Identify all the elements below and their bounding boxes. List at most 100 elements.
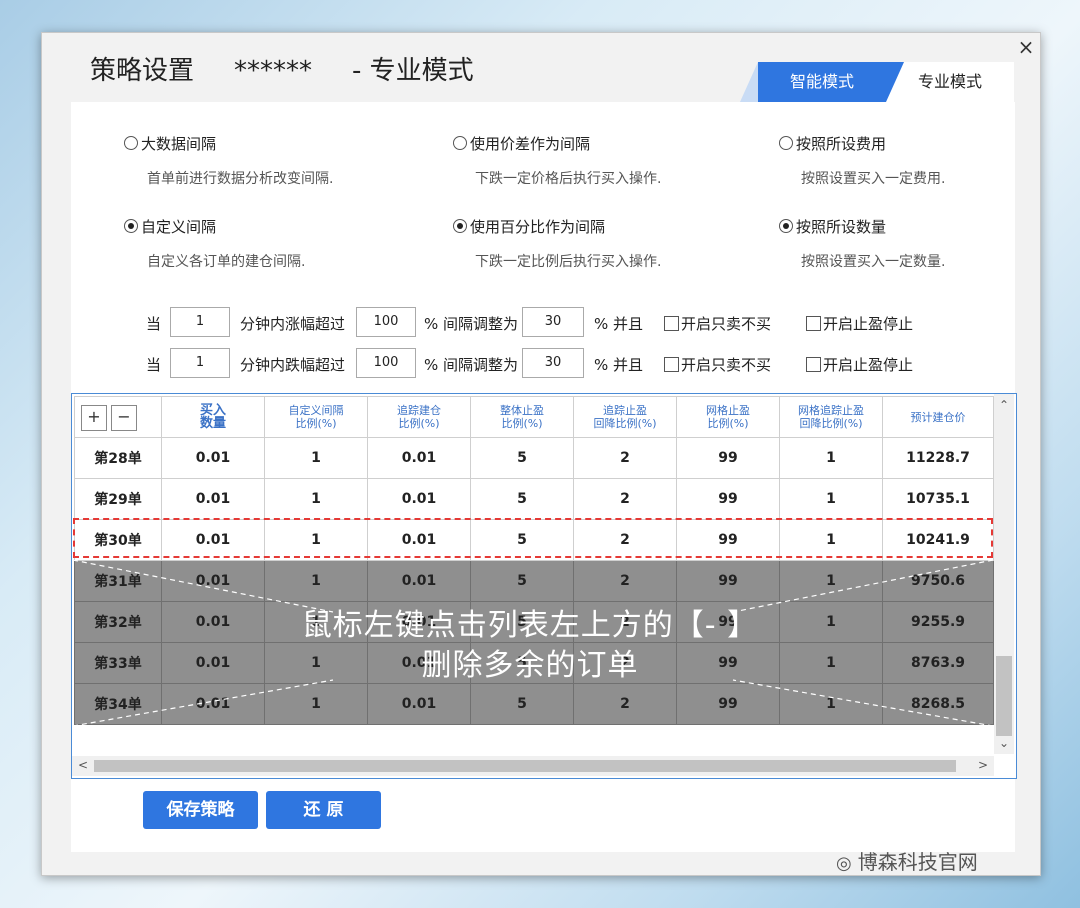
col-header[interactable]: 预计建仓价 <box>882 396 994 438</box>
col-header[interactable]: 买入 数量 <box>161 396 265 438</box>
restore-button[interactable]: 还 原 <box>266 791 381 829</box>
option-label: 使用价差作为间隔 <box>470 135 591 153</box>
header-line: 比例(%) <box>295 417 337 430</box>
fall-tp-stop-checkbox[interactable]: 开启止盈停止 <box>806 354 913 375</box>
option-by-quantity[interactable]: 按照所设数量 <box>779 216 886 237</box>
table-cell[interactable]: 5 <box>470 478 574 520</box>
order-name-cell: 第28单 <box>74 437 162 479</box>
table-cell[interactable]: 2 <box>573 437 677 479</box>
header-line: 数量 <box>199 416 226 431</box>
radio-icon[interactable] <box>124 136 138 150</box>
col-header[interactable]: 追踪建仓 比例(%) <box>367 396 471 438</box>
title-mode: - 专业模式 <box>352 56 474 86</box>
rise-adjust-input[interactable]: 30 <box>522 307 584 337</box>
header-line: 回降比例(%) <box>593 417 657 430</box>
scroll-down-icon[interactable]: ⌄ <box>999 736 1009 750</box>
col-header[interactable]: 网格追踪止盈 回降比例(%) <box>779 396 883 438</box>
tab-pro-mode[interactable]: 专业模式 <box>886 62 1014 102</box>
checkbox-label: 开启只卖不买 <box>681 315 772 333</box>
rule-word: 分钟内跌幅超过 <box>240 356 346 374</box>
table-cell[interactable]: 0.01 <box>161 478 265 520</box>
horizontal-scroll-thumb[interactable] <box>94 760 956 772</box>
checkbox-label: 开启只卖不买 <box>681 356 772 374</box>
checkbox-icon[interactable] <box>806 316 821 331</box>
fall-minutes-input[interactable]: 1 <box>170 348 230 378</box>
rise-percent-input[interactable]: 100 <box>356 307 416 337</box>
tab-pro-label: 专业模式 <box>917 72 982 91</box>
option-desc: 按照设置买入一定费用. <box>801 171 946 187</box>
checkbox-icon[interactable] <box>664 357 679 372</box>
tab-smart-mode[interactable]: 智能模式 <box>740 62 886 102</box>
radio-icon[interactable] <box>779 136 793 150</box>
rule-word: 当 <box>146 356 162 374</box>
fall-adjust-input[interactable]: 30 <box>522 348 584 378</box>
rule-word: % 间隔调整为 <box>424 315 519 333</box>
col-header[interactable]: 网格止盈 比例(%) <box>676 396 780 438</box>
col-header[interactable]: 整体止盈 比例(%) <box>470 396 574 438</box>
scroll-right-icon[interactable]: > <box>978 758 988 772</box>
table-cell: 11228.7 <box>882 437 994 479</box>
instruction-line-2: 删除多余的订单 <box>421 648 639 683</box>
table-cell[interactable]: 1 <box>779 437 883 479</box>
checkbox-icon[interactable] <box>806 357 821 372</box>
table-header-row: + − 买入 数量 自定义间隔 比例(%) 追踪建仓 比例(%) 整体止盈 比例(%) … <box>74 396 994 438</box>
rule-word: 当 <box>146 315 162 333</box>
watermark: ◎ 博森科技官网 <box>836 846 978 875</box>
table-cell[interactable]: 1 <box>264 478 368 520</box>
header-line: 预计建仓价 <box>910 410 966 424</box>
radio-icon[interactable] <box>779 219 793 233</box>
rise-sell-only-checkbox[interactable]: 开启只卖不买 <box>664 313 771 334</box>
order-name-cell: 第29单 <box>74 478 162 520</box>
header-line: 比例(%) <box>501 417 543 430</box>
header-line: 自定义间隔 <box>288 404 344 417</box>
header-line: 追踪建仓 <box>397 404 441 417</box>
option-by-fee[interactable]: 按照所设费用 <box>779 133 886 154</box>
header-line: 回降比例(%) <box>799 417 863 430</box>
table-cell[interactable]: 5 <box>470 437 574 479</box>
title-text: 策略设置 <box>90 56 195 86</box>
table-row[interactable]: 第29单 0.01 1 0.01 5 2 99 1 10735.1 <box>74 478 994 520</box>
table-cell[interactable]: 1 <box>779 478 883 520</box>
table-cell[interactable]: 0.01 <box>367 478 471 520</box>
table-row[interactable]: 第28单 0.01 1 0.01 5 2 99 1 11228.7 <box>74 437 994 479</box>
option-label: 大数据间隔 <box>141 135 217 153</box>
fall-percent-input[interactable]: 100 <box>356 348 416 378</box>
table-cell: 10735.1 <box>882 478 994 520</box>
option-big-data-interval[interactable]: 大数据间隔 <box>124 133 216 154</box>
table-cell[interactable]: 0.01 <box>367 437 471 479</box>
table-cell[interactable]: 1 <box>264 437 368 479</box>
checkbox-label: 开启止盈停止 <box>823 315 914 333</box>
table-cell[interactable]: 99 <box>676 478 780 520</box>
fall-sell-only-checkbox[interactable]: 开启只卖不买 <box>664 354 771 375</box>
option-desc: 首单前进行数据分析改变间隔. <box>147 171 334 187</box>
rise-tp-stop-checkbox[interactable]: 开启止盈停止 <box>806 313 913 334</box>
save-strategy-button[interactable]: 保存策略 <box>143 791 258 829</box>
radio-icon[interactable] <box>453 219 467 233</box>
rule-word: % 间隔调整为 <box>424 356 519 374</box>
scroll-up-icon[interactable]: ⌃ <box>999 398 1009 412</box>
rule-word: % 并且 <box>594 356 644 374</box>
option-percent-interval[interactable]: 使用百分比作为间隔 <box>453 216 605 237</box>
radio-icon[interactable] <box>124 219 138 233</box>
col-header[interactable]: 追踪止盈 回降比例(%) <box>573 396 677 438</box>
option-price-diff-interval[interactable]: 使用价差作为间隔 <box>453 133 590 154</box>
header-line: 网格追踪止盈 <box>798 404 864 417</box>
option-custom-interval[interactable]: 自定义间隔 <box>124 216 216 237</box>
option-desc: 按照设置买入一定数量. <box>801 254 946 270</box>
checkbox-icon[interactable] <box>664 316 679 331</box>
vertical-scroll-thumb[interactable] <box>996 656 1012 736</box>
radio-icon[interactable] <box>453 136 467 150</box>
add-row-button[interactable]: + <box>81 405 107 431</box>
rise-minutes-input[interactable]: 1 <box>170 307 230 337</box>
col-header[interactable]: 自定义间隔 比例(%) <box>264 396 368 438</box>
table-cell[interactable]: 99 <box>676 437 780 479</box>
remove-row-button[interactable]: − <box>111 405 137 431</box>
rule-word: 分钟内涨幅超过 <box>240 315 346 333</box>
header-line: 比例(%) <box>707 417 749 430</box>
close-icon[interactable]: × <box>1015 36 1037 58</box>
header-line: 网格止盈 <box>706 404 750 417</box>
table-cell[interactable]: 2 <box>573 478 677 520</box>
scroll-left-icon[interactable]: < <box>78 758 88 772</box>
option-label: 按照所设数量 <box>796 218 887 236</box>
table-cell[interactable]: 0.01 <box>161 437 265 479</box>
